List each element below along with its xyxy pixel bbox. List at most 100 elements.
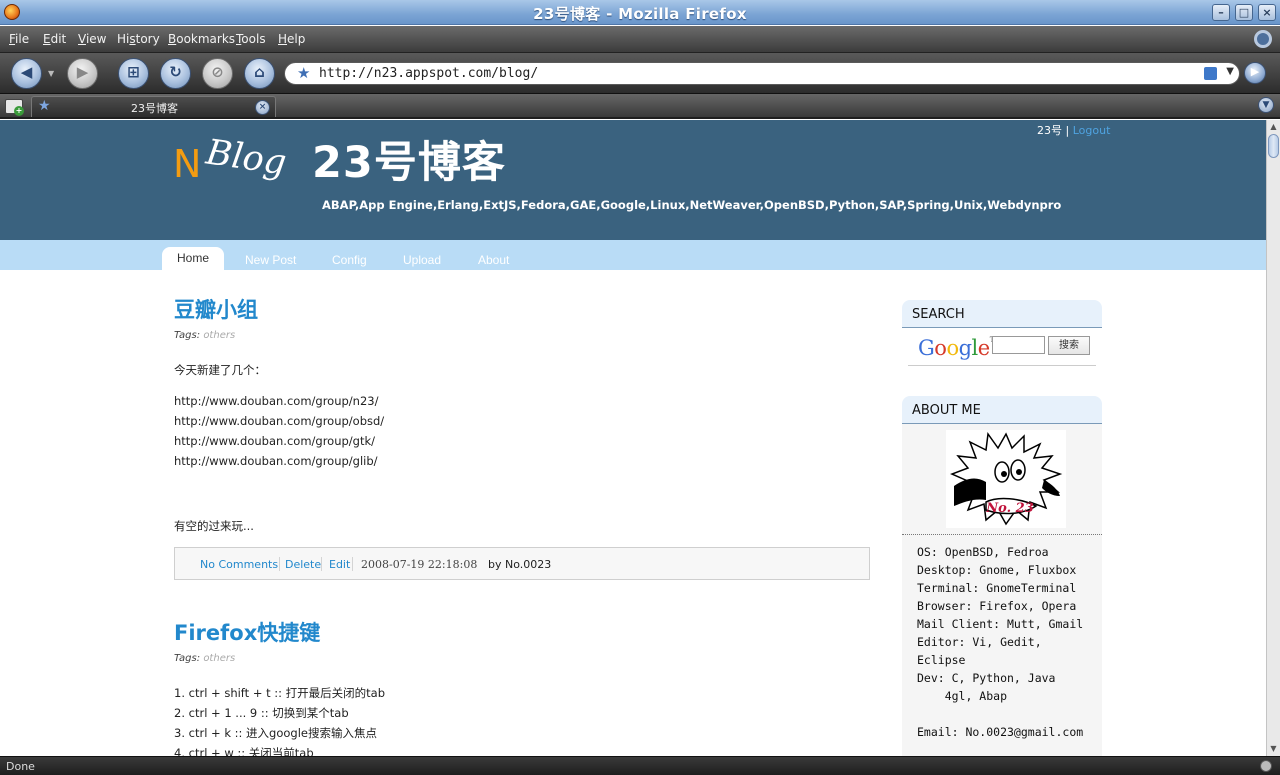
post-title[interactable]: Firefox快捷键 bbox=[174, 617, 320, 647]
delete-link[interactable]: Delete bbox=[285, 558, 321, 571]
tag-link[interactable]: others bbox=[203, 330, 235, 341]
about-widget-header: ABOUT ME bbox=[902, 396, 1102, 424]
edit-link[interactable]: Edit bbox=[329, 558, 350, 571]
comments-link[interactable]: No Comments bbox=[200, 558, 278, 571]
post-meta-bar: No Comments Delete Edit 2008-07-19 22:18… bbox=[174, 547, 870, 580]
new-tab-icon: ⊞ bbox=[127, 63, 140, 81]
close-window-button[interactable]: × bbox=[1258, 4, 1276, 21]
menu-view[interactable]: View bbox=[78, 32, 106, 46]
maximize-icon: □ bbox=[1238, 6, 1250, 19]
post-link-line: http://www.douban.com/group/gtk/ bbox=[174, 434, 376, 448]
user-bar: 23号 | Logout bbox=[1037, 122, 1110, 138]
go-button[interactable]: ▶ bbox=[1244, 62, 1266, 84]
post-link-line: http://www.douban.com/group/glib/ bbox=[174, 454, 378, 468]
page-viewport: N Blog 23号博客 ABAP,App Engine,Erlang,ExtJ… bbox=[0, 120, 1266, 756]
status-icon bbox=[1260, 760, 1272, 772]
meta-divider bbox=[279, 557, 280, 571]
post-title[interactable]: 豆瓣小组 bbox=[174, 294, 258, 324]
window-title: 23号博客 - Mozilla Firefox bbox=[533, 5, 747, 23]
user-separator: | bbox=[1065, 124, 1070, 137]
reload-button[interactable]: ↻ bbox=[160, 58, 191, 89]
nav-home[interactable]: Home bbox=[162, 247, 225, 270]
user-name: 23号 bbox=[1037, 124, 1062, 137]
url-text[interactable]: http://n23.appspot.com/blog/ bbox=[319, 66, 538, 81]
rss-feed-icon[interactable] bbox=[1204, 67, 1217, 80]
logout-link[interactable]: Logout bbox=[1073, 124, 1111, 137]
site-title[interactable]: 23号博客 bbox=[312, 128, 506, 190]
scroll-up-icon[interactable]: ▲ bbox=[1267, 120, 1280, 134]
scrollbar-thumb[interactable] bbox=[1268, 134, 1279, 158]
search-input[interactable] bbox=[992, 336, 1045, 354]
close-icon: × bbox=[1262, 6, 1272, 19]
nav-about[interactable]: About bbox=[478, 253, 509, 267]
logo-blog: Blog bbox=[203, 132, 289, 184]
tags-label: Tags: bbox=[174, 653, 201, 664]
new-tab-icon[interactable]: + bbox=[5, 99, 24, 116]
site-description: ABAP,App Engine,Erlang,ExtJS,Fedora,GAE,… bbox=[322, 198, 1062, 212]
blog-header: N Blog 23号博客 ABAP,App Engine,Erlang,ExtJ… bbox=[0, 120, 1266, 240]
tab-active[interactable]: ★ 23号博客 × bbox=[31, 96, 276, 117]
post-list-item: 3. ctrl + k :: 进入google搜索输入焦点 bbox=[174, 726, 377, 740]
search-widget-title: SEARCH bbox=[912, 307, 965, 322]
avatar: No. 23 bbox=[946, 430, 1066, 528]
back-button[interactable]: ◀ bbox=[11, 58, 42, 89]
nav-upload[interactable]: Upload bbox=[403, 253, 441, 267]
blog-nav: Home New Post Config Upload About bbox=[0, 240, 1266, 270]
menu-history[interactable]: History bbox=[117, 32, 160, 46]
bookmark-star-icon[interactable]: ★ bbox=[297, 64, 310, 82]
post-paragraph: 今天新建了几个： bbox=[174, 363, 266, 377]
about-me-text: OS: OpenBSD, Fedroa Desktop: Gnome, Fluxb… bbox=[917, 545, 1084, 739]
post-author: by No.0023 bbox=[488, 558, 552, 571]
tab-list-dropdown-icon[interactable]: ▼ bbox=[1258, 97, 1274, 113]
vertical-scrollbar[interactable]: ▲ ▼ bbox=[1266, 120, 1280, 756]
new-tab-button[interactable]: ⊞ bbox=[118, 58, 149, 89]
forward-arrow-icon: ▶ bbox=[76, 63, 89, 81]
stop-button[interactable]: ⊘ bbox=[202, 58, 233, 89]
menu-tools[interactable]: Tools bbox=[236, 32, 266, 46]
tab-close-icon[interactable]: × bbox=[255, 100, 270, 115]
activity-throbber-icon bbox=[1254, 30, 1272, 48]
forward-button[interactable]: ▶ bbox=[67, 58, 98, 89]
home-icon: ⌂ bbox=[254, 63, 265, 81]
post-tags: Tags: others bbox=[174, 330, 235, 341]
home-button[interactable]: ⌂ bbox=[244, 58, 275, 89]
post-list-item: 4. ctrl + w :: 关闭当前tab bbox=[174, 746, 314, 756]
url-bar[interactable]: ★ http://n23.appspot.com/blog/ ▼ bbox=[284, 62, 1240, 85]
logo-n: N bbox=[173, 142, 202, 186]
stop-icon: ⊘ bbox=[211, 63, 224, 81]
avatar-label: No. 23 bbox=[985, 501, 1033, 516]
tab-label: 23号博客 bbox=[131, 102, 178, 115]
menu-bar: File Edit View History Bookmarks Tools H… bbox=[0, 26, 1280, 53]
plus-icon: + bbox=[14, 106, 24, 116]
menu-edit[interactable]: Edit bbox=[43, 32, 66, 46]
google-logo: GoogleTM bbox=[918, 336, 1001, 360]
reload-icon: ↻ bbox=[169, 63, 182, 81]
post-link-line: http://www.douban.com/group/n23/ bbox=[174, 394, 379, 408]
back-history-dropdown-icon[interactable]: ▼ bbox=[48, 69, 54, 78]
status-text: Done bbox=[6, 760, 35, 773]
menu-help[interactable]: Help bbox=[278, 32, 305, 46]
meta-divider bbox=[352, 557, 353, 571]
about-widget-title: ABOUT ME bbox=[912, 403, 981, 418]
search-button[interactable]: 搜索 bbox=[1048, 336, 1090, 355]
search-widget-header: SEARCH bbox=[902, 300, 1102, 328]
meta-divider bbox=[321, 557, 322, 571]
minimize-button[interactable]: – bbox=[1212, 4, 1230, 21]
nav-config[interactable]: Config bbox=[332, 253, 367, 267]
post-list-item: 2. ctrl + 1 ... 9 :: 切换到某个tab bbox=[174, 706, 349, 720]
tag-link[interactable]: others bbox=[203, 653, 235, 664]
post-link-line: http://www.douban.com/group/obsd/ bbox=[174, 414, 385, 428]
post-date: 2008-07-19 22:18:08 bbox=[361, 558, 478, 571]
url-dropdown-icon[interactable]: ▼ bbox=[1226, 66, 1234, 77]
tab-favicon-icon: ★ bbox=[38, 98, 51, 114]
scroll-down-icon[interactable]: ▼ bbox=[1267, 742, 1280, 756]
tags-label: Tags: bbox=[174, 330, 201, 341]
menu-file[interactable]: File bbox=[9, 32, 29, 46]
maximize-button[interactable]: □ bbox=[1235, 4, 1253, 21]
back-arrow-icon: ◀ bbox=[20, 63, 33, 81]
menu-bookmarks[interactable]: Bookmarks bbox=[168, 32, 235, 46]
post-paragraph: 有空的过来玩... bbox=[174, 519, 254, 533]
go-arrow-icon: ▶ bbox=[1250, 65, 1260, 78]
nav-new-post[interactable]: New Post bbox=[245, 253, 296, 267]
minimize-icon: – bbox=[1218, 6, 1224, 19]
